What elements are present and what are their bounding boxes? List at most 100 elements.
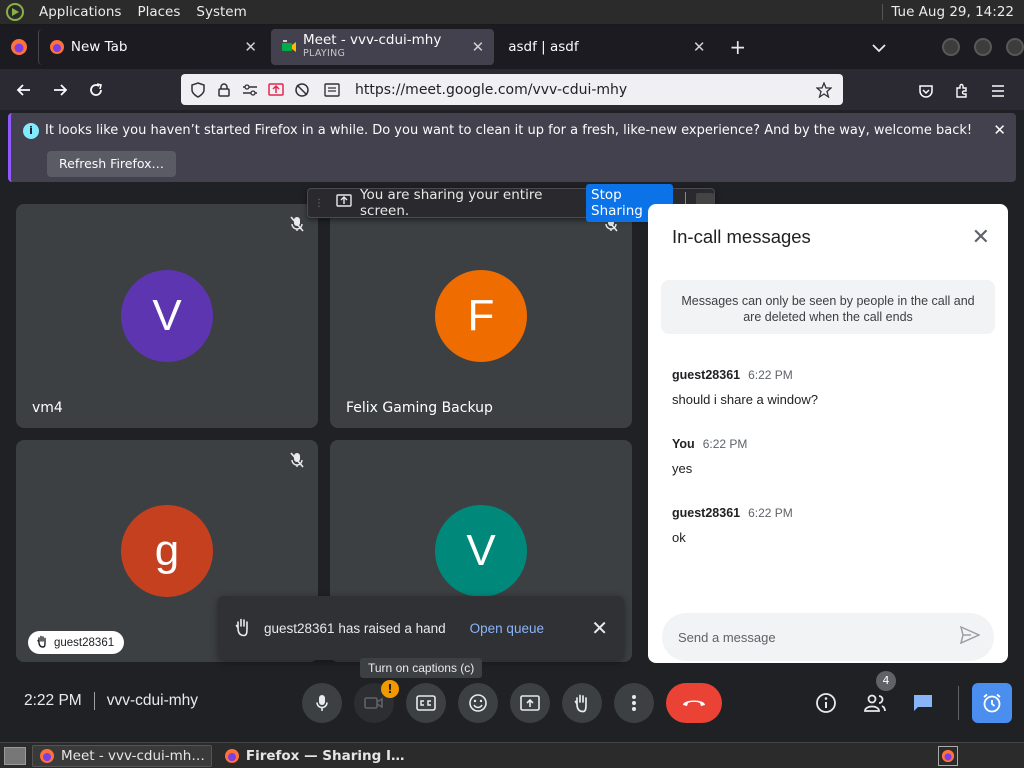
camera-icon (364, 697, 383, 709)
tab-asdf[interactable]: asdf | asdf ✕ (494, 29, 715, 65)
new-tab-button[interactable]: + (729, 35, 746, 59)
taskbar-label: Meet - vvv-cdui-mh… (61, 747, 205, 764)
avatar: F (435, 270, 527, 362)
more-options-button[interactable] (614, 683, 654, 723)
close-icon[interactable]: ✕ (972, 224, 990, 250)
message-text: yes (672, 461, 693, 476)
close-icon[interactable]: ✕ (693, 38, 706, 56)
gnome-taskbar: Meet - vvv-cdui-mh… Firefox — Sharing I… (0, 742, 1024, 768)
menu-system[interactable]: System (188, 4, 254, 20)
more-vert-icon (632, 695, 636, 711)
back-arrow-icon[interactable] (6, 74, 42, 106)
captions-button[interactable] (406, 683, 446, 723)
divider (958, 686, 959, 720)
reactions-button[interactable] (458, 683, 498, 723)
meeting-details-button[interactable] (806, 683, 846, 723)
message-time: 6:22 PM (702, 437, 748, 451)
firefox-icon (10, 39, 27, 55)
screen-share-indicator-icon[interactable] (265, 79, 287, 101)
meeting-code: vvv-cdui-mhy (106, 692, 199, 709)
mic-off-icon (290, 216, 304, 236)
toolbar-right (908, 75, 1016, 107)
emoji-icon (469, 694, 487, 712)
tray-firefox-icon[interactable] (938, 745, 958, 766)
permissions-icon[interactable] (239, 79, 261, 101)
refresh-firefox-button[interactable]: Refresh Firefox… (47, 151, 177, 177)
activities-button[interactable] (972, 683, 1012, 723)
show-desktop-icon[interactable] (4, 746, 26, 765)
microphone-button[interactable] (302, 683, 342, 723)
menu-places[interactable]: Places (129, 4, 188, 20)
tab-strip: New Tab ✕ Meet - vvv-cdui-mhy PLAYING ✕ … (0, 25, 1024, 69)
chat-message: guest28361 6:22 PM should i share a windo… (672, 366, 818, 407)
tab-list-chevron-icon[interactable] (872, 38, 886, 57)
leave-call-button[interactable] (666, 683, 722, 723)
message-sender: guest28361 (672, 506, 741, 520)
participant-tile[interactable]: V vm4 (16, 204, 318, 428)
lock-icon[interactable] (213, 79, 235, 101)
gnome-logo-icon[interactable] (5, 2, 25, 22)
bookmark-star-icon[interactable] (813, 79, 835, 101)
tab-meet[interactable]: Meet - vvv-cdui-mhy PLAYING ✕ (271, 29, 495, 65)
chat-info-banner: Messages can only be seen by people in t… (661, 280, 995, 334)
divider (93, 692, 95, 710)
send-icon[interactable] (959, 625, 981, 649)
close-icon[interactable]: ✕ (591, 616, 608, 641)
hand-icon (574, 694, 587, 713)
tab-new-tab[interactable]: New Tab ✕ (37, 29, 267, 65)
taskbar-item-firefox-sharing[interactable]: Firefox — Sharing I… (218, 745, 411, 767)
share-bar-text: You are sharing your entire screen. (360, 187, 543, 219)
avatar: V (435, 505, 527, 597)
send-message-input[interactable] (678, 629, 928, 645)
raise-hand-button[interactable] (562, 683, 602, 723)
present-screen-button[interactable] (510, 683, 550, 723)
info-icon: i (23, 123, 39, 139)
raised-hand-chip: guest28361 (28, 631, 125, 654)
close-icon[interactable]: ✕ (993, 121, 1006, 139)
firefox-icon (224, 748, 239, 763)
firefox-view-button[interactable] (0, 25, 38, 69)
chat-input-box[interactable] (662, 613, 994, 661)
chat-message: You 6:22 PM yes (672, 435, 747, 476)
participant-name: vm4 (32, 400, 63, 416)
url-bar[interactable]: https://meet.google.com/vvv-cdui-mhy (181, 74, 843, 105)
reload-icon[interactable] (78, 74, 114, 106)
toast-text: guest28361 has raised a hand (264, 620, 446, 636)
camera-button[interactable]: ! (354, 680, 399, 723)
forward-arrow-icon[interactable] (42, 74, 78, 106)
maximize-window-button[interactable] (974, 38, 993, 56)
shield-icon[interactable] (187, 79, 209, 101)
camera-blocked-icon[interactable] (291, 79, 313, 101)
meeting-time: 2:22 PM (24, 692, 82, 709)
hand-icon (36, 635, 48, 651)
hamburger-menu-icon[interactable] (980, 75, 1016, 107)
close-window-button[interactable] (1006, 38, 1024, 56)
message-sender: You (672, 437, 695, 451)
meeting-info: 2:22 PM vvv-cdui-mhy (24, 692, 198, 710)
chat-panel: In-call messages ✕ Messages can only be … (648, 204, 1008, 663)
info-icon (816, 693, 836, 713)
nav-toolbar: https://meet.google.com/vvv-cdui-mhy (0, 69, 1024, 110)
people-icon (864, 694, 886, 712)
taskbar-item-meet[interactable]: Meet - vvv-cdui-mh… (32, 744, 212, 767)
pocket-icon[interactable] (908, 75, 944, 107)
chat-message: guest28361 6:22 PM ok (672, 504, 793, 545)
chat-button[interactable] (903, 683, 943, 723)
meet-favicon-icon (282, 40, 296, 52)
panel-clock[interactable]: Tue Aug 29, 14:22 (882, 4, 1024, 20)
extensions-icon[interactable] (944, 75, 980, 107)
chat-title: In-call messages (672, 226, 811, 247)
reader-view-icon[interactable] (321, 79, 343, 101)
firefox-icon (49, 40, 64, 54)
minimize-window-button[interactable] (942, 38, 961, 56)
captions-icon (416, 695, 436, 711)
participant-tile[interactable]: F Felix Gaming Backup (330, 204, 632, 428)
menu-applications[interactable]: Applications (31, 4, 129, 20)
url-text[interactable]: https://meet.google.com/vvv-cdui-mhy (355, 82, 627, 98)
drag-handle-icon[interactable]: ⋮ (314, 198, 324, 208)
tab-title: asdf | asdf (508, 39, 579, 55)
open-queue-link[interactable]: Open queue (470, 621, 544, 636)
close-icon[interactable]: ✕ (472, 38, 485, 56)
close-icon[interactable]: ✕ (244, 38, 257, 56)
message-text: ok (672, 530, 686, 545)
